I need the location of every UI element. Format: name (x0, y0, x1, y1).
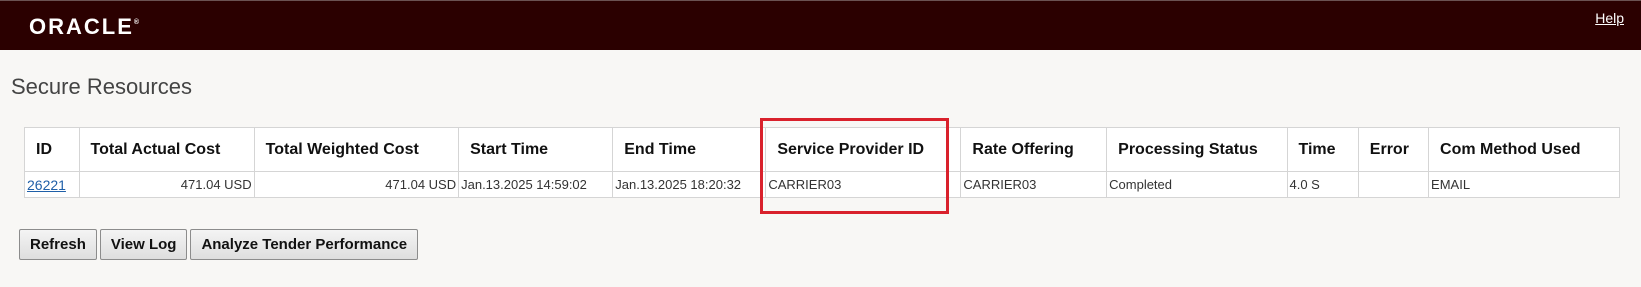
cell-id: 26221 (24, 171, 80, 198)
col-header-start-time: Start Time (458, 127, 614, 172)
cell-processing-status: Completed (1106, 171, 1288, 198)
oracle-logo: ORACLE® (29, 14, 140, 39)
cell-total-weighted-cost: 471.04 USD (253, 171, 460, 198)
cell-service-provider-id: CARRIER03 (765, 171, 962, 198)
table-header-row: ID Total Actual Cost Total Weighted Cost… (24, 127, 1620, 172)
col-header-id: ID (24, 127, 80, 172)
col-header-time: Time (1286, 127, 1359, 172)
col-header-service-provider-id: Service Provider ID (765, 127, 962, 172)
results-table: ID Total Actual Cost Total Weighted Cost… (24, 127, 1620, 198)
cell-error (1357, 171, 1430, 198)
action-buttons: Refresh View Log Analyze Tender Performa… (19, 229, 419, 260)
view-log-button[interactable]: View Log (99, 229, 188, 260)
col-header-total-weighted-cost: Total Weighted Cost (253, 127, 460, 172)
cell-com-method-used: EMAIL (1428, 171, 1620, 198)
cell-rate-offering: CARRIER03 (960, 171, 1108, 198)
analyze-tender-performance-button[interactable]: Analyze Tender Performance (190, 229, 419, 260)
cell-total-actual-cost: 471.04 USD (78, 171, 255, 198)
help-link[interactable]: Help (1595, 10, 1624, 26)
col-header-rate-offering: Rate Offering (960, 127, 1108, 172)
cell-end-time: Jan.13.2025 18:20:32 (612, 171, 767, 198)
col-header-error: Error (1357, 127, 1430, 172)
col-header-total-actual-cost: Total Actual Cost (78, 127, 255, 172)
page-title: Secure Resources (11, 74, 192, 99)
table-row: 26221 471.04 USD 471.04 USD Jan.13.2025 … (24, 171, 1620, 198)
refresh-button[interactable]: Refresh (19, 229, 97, 260)
cell-time: 4.0 S (1286, 171, 1359, 198)
id-link[interactable]: 26221 (27, 177, 66, 193)
cell-start-time: Jan.13.2025 14:59:02 (458, 171, 614, 198)
col-header-end-time: End Time (612, 127, 767, 172)
col-header-com-method-used: Com Method Used (1428, 127, 1620, 172)
col-header-processing-status: Processing Status (1106, 127, 1288, 172)
top-banner: ORACLE® Help (0, 0, 1641, 50)
